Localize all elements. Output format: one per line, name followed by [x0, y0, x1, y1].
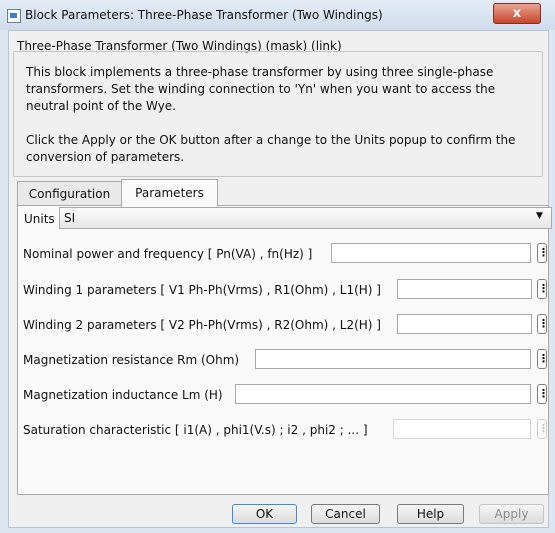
- winding1-label: Winding 1 parameters [ V1 Ph-Ph(Vrms) , …: [23, 283, 381, 297]
- description-text: This block implements a three-phase tran…: [26, 65, 496, 113]
- window-border: [0, 30, 8, 533]
- units-selected-value: SI: [64, 211, 76, 225]
- saturation-characteristic-menu-button: ⋮: [537, 419, 549, 439]
- description-group: This block implements a three-phase tran…: [13, 51, 543, 177]
- help-button[interactable]: Help: [397, 504, 464, 524]
- magnetization-inductance-input[interactable]: [235, 384, 531, 404]
- winding2-input[interactable]: [397, 314, 532, 334]
- close-button[interactable]: x: [493, 3, 541, 24]
- magnetization-resistance-label: Magnetization resistance Rm (Ohm): [23, 353, 240, 367]
- apply-button: Apply: [479, 504, 544, 524]
- magnetization-resistance-input[interactable]: [255, 349, 531, 369]
- saturation-characteristic-input: [393, 419, 531, 439]
- magnetization-resistance-menu-button[interactable]: ⋮: [537, 349, 549, 369]
- magnetization-inductance-menu-button[interactable]: ⋮: [537, 384, 549, 404]
- window-title: Block Parameters: Three-Phase Transforme…: [25, 8, 383, 22]
- winding1-input[interactable]: [397, 279, 532, 299]
- tab-parameters[interactable]: Parameters: [121, 179, 218, 207]
- nominal-power-label: Nominal power and frequency [ Pn(VA) , f…: [23, 247, 313, 261]
- units-dropdown[interactable]: SI ▼: [59, 207, 552, 229]
- ok-button[interactable]: OK: [232, 504, 297, 524]
- nominal-power-menu-button[interactable]: ⋮: [537, 243, 549, 263]
- app-icon: [7, 9, 21, 23]
- chevron-down-icon: ▼: [536, 211, 543, 221]
- cancel-button[interactable]: Cancel: [311, 504, 380, 524]
- winding2-label: Winding 2 parameters [ V2 Ph-Ph(Vrms) , …: [23, 318, 381, 332]
- tab-configuration[interactable]: Configuration: [17, 181, 122, 206]
- units-note-text: Click the Apply or the OK button after a…: [26, 133, 516, 164]
- saturation-characteristic-label: Saturation characteristic [ i1(A) , phi1…: [23, 423, 368, 437]
- title-bar[interactable]: Block Parameters: Three-Phase Transforme…: [0, 0, 555, 31]
- magnetization-inductance-label: Magnetization inductance Lm (H): [23, 388, 223, 402]
- nominal-power-input[interactable]: [331, 243, 531, 263]
- winding1-menu-button[interactable]: ⋮: [537, 279, 549, 299]
- winding2-menu-button[interactable]: ⋮: [537, 314, 549, 334]
- units-label: Units: [24, 212, 55, 226]
